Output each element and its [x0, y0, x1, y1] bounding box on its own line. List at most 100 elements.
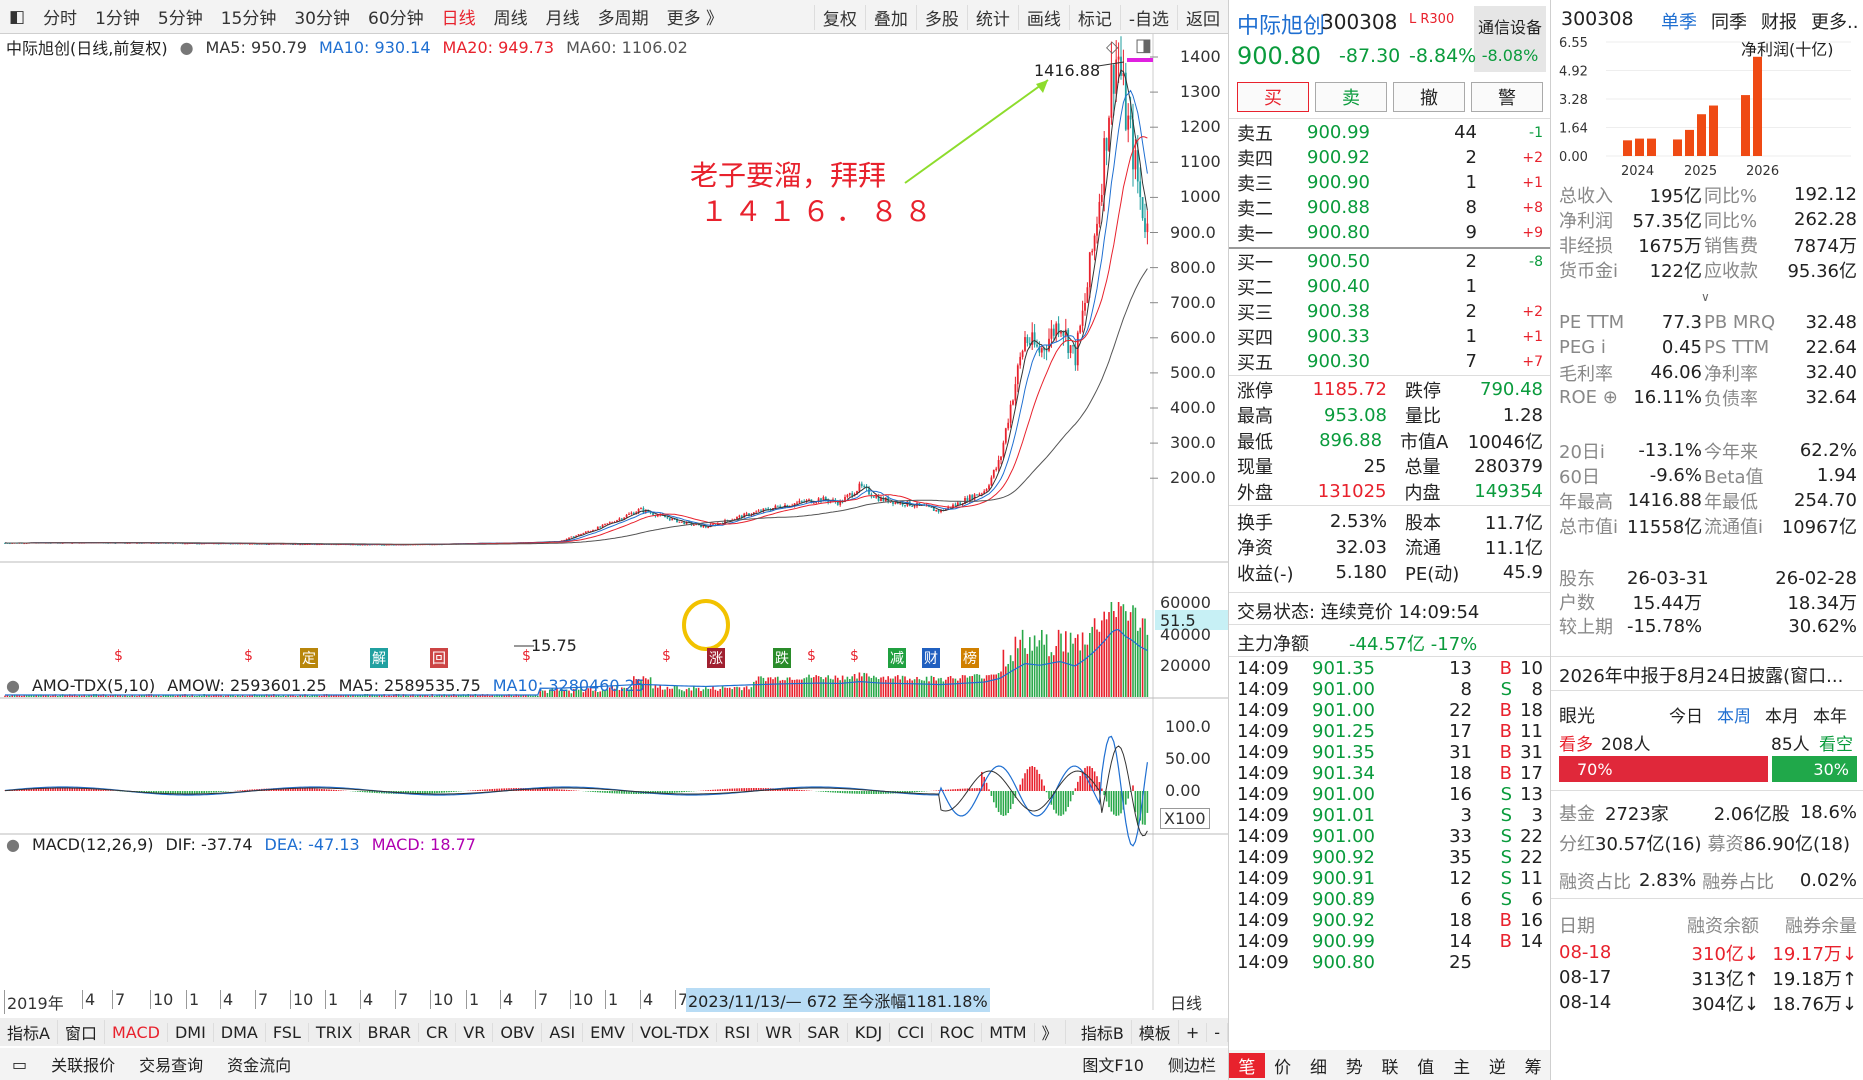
ask-row[interactable]: 卖三 900.90 1 +1: [1237, 170, 1543, 195]
status-tab[interactable]: 交易查询: [127, 1052, 215, 1076]
status-tab[interactable]: 关联报价: [39, 1052, 127, 1076]
fin-row: 货币金i 122亿 应收款 95.36亿: [1559, 257, 1857, 282]
quote-tab[interactable]: 筹: [1515, 1053, 1551, 1078]
quote-tabs: 笔价细势联值主逆筹: [1229, 1050, 1551, 1080]
quote-tab[interactable]: 价: [1265, 1053, 1301, 1078]
event-mark[interactable]: 定: [300, 648, 318, 668]
event-mark[interactable]: 回: [430, 648, 448, 668]
report-notice[interactable]: 2026年中报于8月24日披露(窗口...: [1559, 662, 1843, 688]
indicator-tab[interactable]: TRIX: [309, 1022, 361, 1042]
volume-axis-label: 20000: [1160, 656, 1211, 675]
indicator-tab[interactable]: EMV: [583, 1022, 634, 1042]
buy-button[interactable]: 买: [1237, 82, 1309, 112]
quote-tab[interactable]: 势: [1336, 1053, 1372, 1078]
ask-row[interactable]: 卖五 900.99 44 -1: [1237, 120, 1543, 145]
bid-row[interactable]: 买三 900.38 2 +2: [1237, 299, 1543, 324]
fin-cell: 负债率: [1704, 388, 1758, 410]
indicator-tab[interactable]: CR: [419, 1022, 457, 1042]
indicator-tab[interactable]: +: [1179, 1022, 1208, 1042]
event-mark[interactable]: 榜: [961, 648, 979, 668]
indicator-tab[interactable]: -: [1207, 1022, 1228, 1042]
indicator-tab[interactable]: BRAR: [360, 1022, 419, 1042]
quote-tab[interactable]: 笔: [1229, 1052, 1265, 1078]
bid-row[interactable]: 买一 900.50 2 -8: [1237, 249, 1543, 274]
fin-bar: [1635, 138, 1644, 156]
vision-tab[interactable]: 今日: [1669, 702, 1703, 727]
quote-tab[interactable]: 值: [1408, 1053, 1444, 1078]
fin-cell: 同比%: [1704, 185, 1758, 207]
indicator-tab[interactable]: 指标B: [1074, 1020, 1132, 1044]
indicator-tab[interactable]: VOL-TDX: [633, 1022, 718, 1042]
tick-cell: 901.00: [1312, 784, 1375, 805]
event-mark[interactable]: 跌: [773, 648, 791, 668]
event-mark[interactable]: $: [520, 648, 533, 664]
event-mark[interactable]: $: [112, 648, 125, 664]
vision-tab[interactable]: 本周: [1717, 702, 1751, 727]
event-mark[interactable]: 涨: [707, 648, 725, 668]
kline-chart[interactable]: [0, 0, 1228, 1018]
event-mark[interactable]: 财: [922, 648, 940, 668]
indicator-tab[interactable]: KDJ: [848, 1022, 891, 1042]
indicator-tab[interactable]: CCI: [890, 1022, 933, 1042]
indicator-tab[interactable]: 模板: [1132, 1020, 1179, 1044]
ask-row[interactable]: 卖四 900.92 2 +2: [1237, 145, 1543, 170]
status-menu-icon[interactable]: ▭: [0, 1055, 39, 1074]
vision-tab[interactable]: 本月: [1765, 702, 1799, 727]
indicator-tab[interactable]: DMI: [168, 1022, 214, 1042]
margin-cell: 08-14: [1559, 992, 1612, 1013]
diamond-icon[interactable]: ◇: [1106, 37, 1118, 56]
vision-tab[interactable]: 本年: [1813, 702, 1847, 727]
mt-head: 日期: [1559, 915, 1595, 937]
indicator-tab[interactable]: ROC: [932, 1022, 983, 1042]
event-mark[interactable]: 减: [888, 648, 906, 668]
tick-cell: 22: [1449, 700, 1472, 721]
quote-tab[interactable]: 逆: [1479, 1053, 1515, 1078]
settings-icon[interactable]: ●: [6, 676, 20, 695]
f10-link[interactable]: 图文F10: [1070, 1052, 1156, 1076]
ask-row[interactable]: 卖一 900.80 9 +9: [1237, 220, 1543, 245]
indicator-tab[interactable]: OBV: [493, 1022, 543, 1042]
indicator-tab[interactable]: ASI: [542, 1022, 584, 1042]
status-tab[interactable]: 资金流向: [215, 1052, 303, 1076]
indicator-tab[interactable]: RSI: [717, 1022, 759, 1042]
quote-tab[interactable]: 细: [1301, 1053, 1337, 1078]
fin-y-tick: 6.55: [1559, 36, 1588, 51]
expand-icon[interactable]: ∨: [1701, 290, 1710, 304]
event-mark[interactable]: $: [660, 648, 673, 664]
fin-cell: ROE ⊕: [1559, 387, 1618, 408]
settings-icon[interactable]: ●: [6, 835, 20, 854]
bid-row[interactable]: 买二 900.40 1: [1237, 274, 1543, 299]
tick-list[interactable]: 14:09 901.35 13 B 10 14:09 901.00 8 S 8 14:09 901.0…: [1237, 658, 1543, 973]
indicator-tab[interactable]: 窗口: [58, 1020, 105, 1044]
quote-tab[interactable]: 联: [1372, 1053, 1408, 1078]
indicator-tab[interactable]: FSL: [266, 1022, 309, 1042]
event-mark[interactable]: $: [848, 648, 861, 664]
div-label: 分红: [1559, 833, 1595, 855]
tick-cell: 900.92: [1312, 910, 1375, 931]
indicator-tab[interactable]: MTM: [982, 1022, 1035, 1042]
quote-tab[interactable]: 主: [1444, 1053, 1480, 1078]
alert-button[interactable]: 警: [1471, 82, 1543, 112]
ask-row-cell: 卖三: [1237, 173, 1273, 195]
sidebar-link[interactable]: 侧边栏: [1156, 1052, 1228, 1076]
indicator-tab[interactable]: SAR: [800, 1022, 848, 1042]
indicator-tab[interactable]: 指标A: [0, 1020, 58, 1044]
cancel-button[interactable]: 撤: [1393, 82, 1465, 112]
indicator-tab[interactable]: WR: [758, 1022, 801, 1042]
stat-row: 净资 32.03 流通 11.1亿: [1237, 535, 1543, 561]
industry-box[interactable]: 通信设备 -8.08%: [1474, 6, 1546, 72]
panel-icon[interactable]: ◨: [1135, 35, 1152, 56]
bid-row[interactable]: 买五 900.30 7 +7: [1237, 349, 1543, 374]
event-mark[interactable]: 解: [370, 648, 388, 668]
indicator-tab[interactable]: VR: [456, 1022, 494, 1042]
event-mark[interactable]: $: [805, 648, 818, 664]
ask-row[interactable]: 卖二 900.88 8 +8: [1237, 195, 1543, 220]
margin-cell: 310亿↓: [1691, 943, 1759, 965]
sell-button[interactable]: 卖: [1315, 82, 1387, 112]
bid-row[interactable]: 买四 900.33 1 +1: [1237, 324, 1543, 349]
indicator-tab[interactable]: 》: [1035, 1020, 1066, 1044]
event-mark[interactable]: $: [242, 648, 255, 664]
indicator-tab[interactable]: MACD: [105, 1022, 168, 1042]
tick-cell: 901.00: [1312, 679, 1375, 700]
indicator-tab[interactable]: DMA: [214, 1022, 266, 1042]
